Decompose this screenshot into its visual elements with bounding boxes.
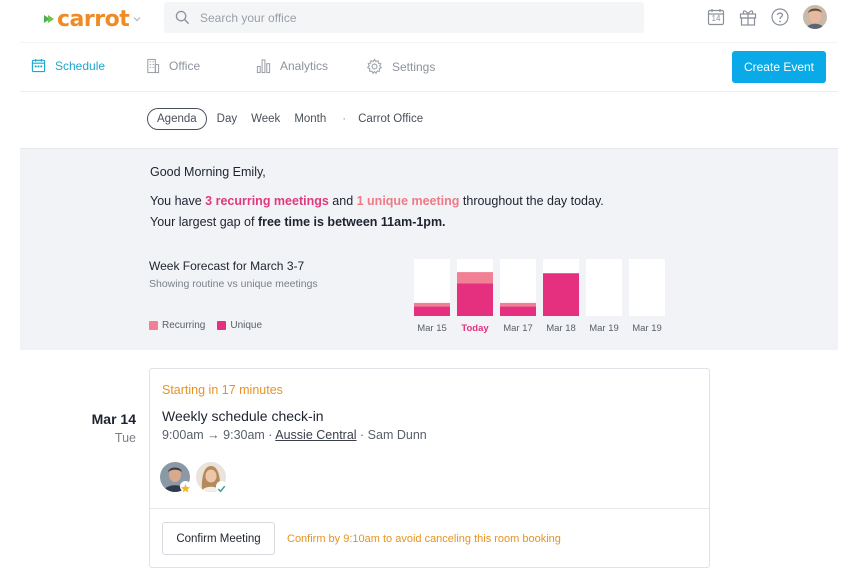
search-icon — [175, 10, 190, 25]
main-nav: Schedule Office Analytics Settings Creat… — [20, 42, 838, 92]
event-host: · Sam Dunn — [356, 428, 427, 442]
chevron-down-icon[interactable] — [133, 15, 141, 23]
nav-label: Analytics — [280, 59, 329, 73]
search-input[interactable] — [200, 2, 630, 33]
legend-swatch-recurring — [149, 321, 158, 330]
nav-label: Office — [169, 59, 201, 73]
nav-item-settings[interactable]: Settings — [366, 58, 435, 75]
gift-button[interactable] — [737, 6, 759, 28]
daily-summary-panel: Good Morning Emily, You have 3 recurring… — [20, 148, 838, 350]
forecast-bar-slot — [586, 259, 622, 316]
calendar-icon: 14 — [707, 8, 725, 26]
calendar-day-number: 14 — [711, 14, 721, 23]
forecast-subtitle: Showing routine vs unique meetings — [149, 278, 318, 290]
legend-label: Recurring — [162, 320, 206, 331]
calendar-today-button[interactable]: 14 — [705, 6, 727, 28]
summary-text: You have — [150, 194, 206, 208]
forecast-chart: Mar 15 Today Mar 17 Mar 18 Mar 19 Mar 19 — [414, 259, 665, 334]
forecast-bar-unique — [543, 273, 579, 316]
event-title[interactable]: Weekly schedule check-in — [162, 408, 324, 424]
legend-unique: Unique — [217, 320, 262, 331]
building-icon — [147, 58, 160, 74]
meetings-summary: You have 3 recurring meetings and 1 uniq… — [150, 194, 604, 208]
view-switcher: Agenda Day Week Month · Carrot Office — [147, 108, 437, 130]
summary-text: throughout the day today. — [459, 194, 604, 208]
accepted-check-icon — [216, 481, 227, 493]
nav-item-analytics[interactable]: Analytics — [256, 58, 328, 74]
forecast-tick-label: Mar 17 — [503, 323, 533, 334]
nav-label: Settings — [392, 59, 436, 74]
organizer-star-icon — [180, 481, 191, 493]
forecast-tick-label: Mar 15 — [417, 323, 447, 334]
legend-recurring: Recurring — [149, 320, 205, 331]
view-agenda[interactable]: Agenda — [147, 108, 207, 130]
help-icon — [771, 8, 789, 26]
search-box — [164, 2, 644, 33]
top-bar: carrot 14 — [0, 0, 851, 42]
event-countdown: Starting in 17 minutes — [162, 383, 283, 397]
agenda-weekday: Tue — [114, 431, 136, 445]
carrot-logo-icon — [44, 15, 54, 23]
view-separator: · — [342, 113, 347, 125]
view-week[interactable]: Week — [251, 113, 280, 125]
logo-text: carrot — [57, 6, 130, 32]
gift-icon — [739, 10, 757, 26]
free-time-range: free time is between 11am-1pm. — [257, 215, 446, 229]
view-month[interactable]: Month — [294, 113, 326, 125]
event-room-link[interactable]: Aussie Central — [275, 428, 356, 442]
create-event-button[interactable]: Create Event — [732, 51, 826, 83]
attendee-list — [160, 462, 232, 493]
gear-icon — [366, 58, 383, 75]
nav-item-schedule[interactable]: Schedule — [31, 58, 105, 73]
forecast-bar-recurring — [414, 302, 450, 307]
nav-label: Schedule — [55, 58, 106, 73]
recurring-count: 3 recurring meetings — [205, 194, 329, 208]
greeting: Good Morning Emily, — [150, 165, 266, 179]
user-avatar[interactable] — [803, 5, 827, 29]
attendee-avatar[interactable] — [196, 462, 227, 493]
office-selector[interactable]: Carrot Office — [358, 113, 423, 125]
forecast-title: Week Forecast for March 3-7 — [149, 259, 305, 273]
summary-text: Your largest gap of — [150, 215, 258, 229]
confirm-deadline-note: Confirm by 9:10am to avoid canceling thi… — [287, 533, 561, 545]
forecast-tick-label: Mar 19 — [589, 323, 619, 334]
top-icons: 14 — [695, 5, 827, 29]
forecast-bar-unique — [500, 306, 536, 316]
nav-item-office[interactable]: Office — [145, 58, 200, 74]
event-time: 9:00am → 9:30am · — [162, 428, 276, 442]
forecast-tick-label: Today — [461, 323, 489, 334]
forecast-bar-recurring — [500, 302, 536, 307]
legend-label: Unique — [230, 320, 263, 331]
calendar-icon — [31, 58, 46, 73]
view-day[interactable]: Day — [217, 113, 237, 125]
free-time-summary: Your largest gap of free time is between… — [150, 215, 446, 229]
legend-swatch-unique — [217, 321, 227, 330]
forecast-tick-label: Mar 18 — [546, 323, 576, 334]
event-card[interactable]: Starting in 17 minutes Weekly schedule c… — [149, 368, 710, 568]
event-card-footer: Confirm Meeting Confirm by 9:10am to avo… — [150, 508, 709, 568]
help-button[interactable] — [769, 6, 791, 28]
summary-text: and — [328, 194, 357, 208]
agenda-date: Mar 14 — [91, 411, 136, 427]
logo[interactable]: carrot — [44, 6, 141, 32]
confirm-meeting-button[interactable]: Confirm Meeting — [162, 522, 275, 555]
chart-legend: Recurring Unique — [149, 320, 274, 331]
attendee-avatar[interactable] — [160, 462, 191, 493]
unique-count: 1 unique meeting — [356, 194, 460, 208]
forecast-bar-slot — [629, 259, 665, 316]
bar-chart-icon — [256, 59, 271, 74]
forecast-tick-label: Mar 19 — [632, 323, 662, 334]
forecast-bar-recurring — [457, 272, 493, 284]
forecast-bar-unique — [414, 306, 450, 316]
forecast-bar-unique — [457, 283, 493, 316]
event-details: 9:00am → 9:30am · Aussie Central · Sam D… — [162, 428, 427, 442]
